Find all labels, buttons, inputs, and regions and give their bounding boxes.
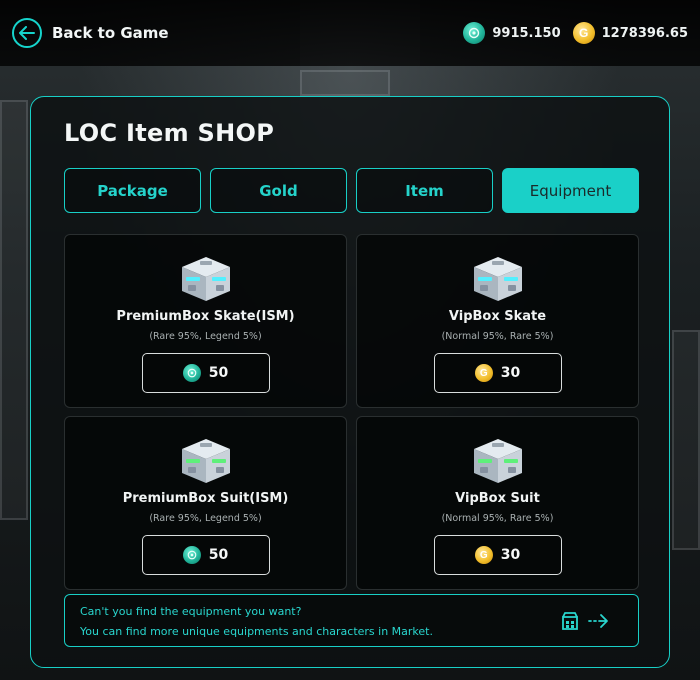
item-price: 30 <box>500 547 521 563</box>
gold-coin-icon: G <box>572 22 595 44</box>
loot-box-icon <box>473 439 522 483</box>
back-label: Back to Game <box>52 24 169 42</box>
teal-token-balance: 9915.150 <box>463 22 561 44</box>
loot-box-icon <box>473 257 522 301</box>
gold-coin-icon: G <box>474 364 493 382</box>
item-price: 50 <box>208 365 229 381</box>
buy-button[interactable]: G 30 <box>433 535 562 575</box>
balances: 9915.150 G 1278396.65 <box>463 22 688 44</box>
item-odds: (Normal 95%, Rare 5%) <box>441 331 554 342</box>
item-odds: (Rare 95%, Legend 5%) <box>149 513 262 524</box>
loot-box-icon <box>181 439 230 483</box>
market-hint-banner[interactable]: Can't you find the equipment you want? Y… <box>64 594 639 647</box>
market-store-icon <box>562 612 578 630</box>
item-card-vipbox-suit: VipBox Suit (Normal 95%, Rare 5%) G 30 <box>356 416 639 590</box>
left-wall-window <box>0 100 28 520</box>
gold-coin-amount: 1278396.65 <box>601 25 688 41</box>
item-shop-panel: LOC Item SHOP Package Gold Item Equipmen… <box>30 96 670 668</box>
shop-tabs: Package Gold Item Equipment <box>64 168 639 213</box>
tab-gold[interactable]: Gold <box>210 168 347 213</box>
page-title: LOC Item SHOP <box>64 119 275 147</box>
item-price: 30 <box>500 365 521 381</box>
teal-token-icon <box>182 546 201 564</box>
item-grid: PremiumBox Skate(ISM) (Rare 95%, Legend … <box>64 234 639 590</box>
buy-button[interactable]: 50 <box>141 535 270 575</box>
teal-token-icon <box>182 364 201 382</box>
item-card-premiumbox-skate: PremiumBox Skate(ISM) (Rare 95%, Legend … <box>64 234 347 408</box>
back-to-game-button[interactable]: Back to Game <box>12 18 169 48</box>
item-name: VipBox Skate <box>448 309 547 324</box>
gold-coin-icon: G <box>474 546 493 564</box>
item-price: 50 <box>208 547 229 563</box>
item-card-vipbox-skate: VipBox Skate (Normal 95%, Rare 5%) G 30 <box>356 234 639 408</box>
item-name: PremiumBox Skate(ISM) <box>116 309 295 324</box>
tab-equipment[interactable]: Equipment <box>502 168 639 213</box>
right-wall-window <box>672 330 700 550</box>
tab-item[interactable]: Item <box>356 168 493 213</box>
buy-button[interactable]: 50 <box>141 353 270 393</box>
item-name: VipBox Suit <box>455 491 540 506</box>
teal-token-icon <box>463 22 486 44</box>
loot-box-icon <box>181 257 230 301</box>
ceiling-window <box>300 70 390 96</box>
teal-token-amount: 9915.150 <box>492 25 561 41</box>
buy-button[interactable]: G 30 <box>433 353 562 393</box>
item-name: PremiumBox Suit(ISM) <box>122 491 289 506</box>
top-bar: Back to Game 9915.150 G 1278396.65 <box>0 0 700 66</box>
market-link[interactable] <box>560 611 610 631</box>
hint-line-2: You can find more unique equipments and … <box>80 625 433 638</box>
hint-line-1: Can't you find the equipment you want? <box>80 605 302 618</box>
item-odds: (Rare 95%, Legend 5%) <box>149 331 262 342</box>
item-card-premiumbox-suit: PremiumBox Suit(ISM) (Rare 95%, Legend 5… <box>64 416 347 590</box>
back-arrow-icon <box>12 18 42 48</box>
item-odds: (Normal 95%, Rare 5%) <box>441 513 554 524</box>
gold-coin-balance: G 1278396.65 <box>572 22 688 44</box>
tab-package[interactable]: Package <box>64 168 201 213</box>
arrow-right-icon <box>588 614 608 628</box>
